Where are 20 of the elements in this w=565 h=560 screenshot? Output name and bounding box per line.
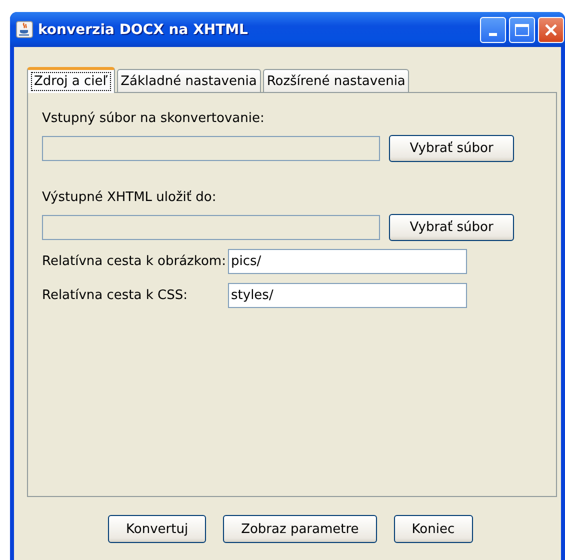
choose-file-button[interactable]: Vybrať súbor bbox=[389, 214, 514, 241]
field-label: Vstupný súbor na skonvertovanie: bbox=[42, 111, 266, 126]
tab[interactable]: Zdroj a cieľ bbox=[27, 67, 115, 93]
coffee-cup-icon bbox=[16, 21, 33, 38]
close-icon bbox=[543, 22, 559, 38]
window-title: konverzia DOCX na XHTML bbox=[38, 22, 248, 38]
dialog-button[interactable]: Zobraz parametre bbox=[223, 515, 377, 543]
tab[interactable]: Základné nastavenia bbox=[116, 69, 261, 92]
text-field[interactable]: styles/ bbox=[228, 283, 467, 308]
choose-file-button[interactable]: Vybrať súbor bbox=[389, 135, 514, 162]
maximize-button[interactable] bbox=[509, 16, 535, 42]
dialog-button[interactable]: Konvertuj bbox=[108, 515, 206, 543]
tab[interactable]: Rozšírené nastavenia bbox=[262, 69, 410, 92]
close-button[interactable] bbox=[538, 16, 564, 42]
field-label: Relatívna cesta k CSS: bbox=[42, 288, 189, 303]
minimize-button[interactable] bbox=[480, 16, 506, 42]
field-label: Relatívna cesta k obrázkom: bbox=[42, 254, 227, 269]
text-field[interactable]: pics/ bbox=[228, 249, 467, 274]
dialog-button[interactable]: Koniec bbox=[394, 515, 473, 543]
field-label: Výstupné XHTML uložiť do: bbox=[42, 190, 218, 205]
